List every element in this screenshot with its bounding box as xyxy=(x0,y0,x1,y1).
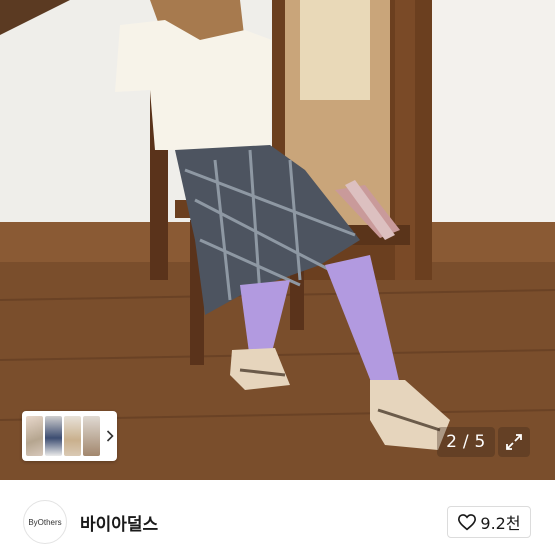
heart-outline-icon xyxy=(458,514,477,531)
thumbnail-strip[interactable] xyxy=(22,411,117,461)
product-photo[interactable]: 2 / 5 xyxy=(0,0,555,480)
thumbnail-4[interactable] xyxy=(83,416,100,456)
expand-button[interactable] xyxy=(498,427,530,457)
thumbnail-2[interactable] xyxy=(45,416,62,456)
image-page-counter: 2 / 5 xyxy=(437,427,495,457)
current-page: 2 xyxy=(446,432,458,452)
thumbnail-list xyxy=(26,416,102,456)
shop-logo-text: ByOthers xyxy=(28,517,62,527)
chevron-right-icon[interactable] xyxy=(102,416,117,456)
expand-icon xyxy=(506,434,522,450)
shop-name[interactable]: 바이아덜스 xyxy=(80,510,158,535)
total-pages: 5 xyxy=(474,432,486,452)
thumbnail-3[interactable] xyxy=(64,416,81,456)
thumbnail-1[interactable] xyxy=(26,416,43,456)
like-button[interactable]: 9.2천 xyxy=(447,506,531,538)
page-separator: / xyxy=(462,432,470,452)
product-image xyxy=(0,0,555,480)
like-count: 9.2천 xyxy=(480,514,521,533)
shop-avatar[interactable]: ByOthers xyxy=(23,500,67,544)
